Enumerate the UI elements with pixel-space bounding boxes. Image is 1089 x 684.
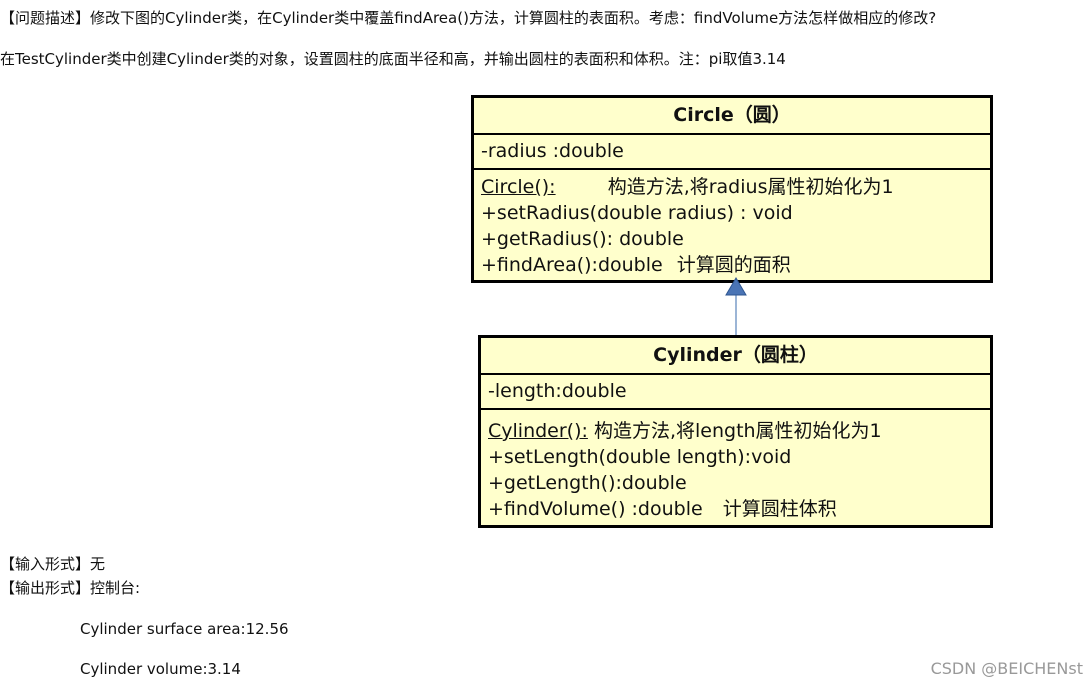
circle-constructor-name: Circle():	[481, 176, 556, 198]
circle-op-getradius: +getRadius(): double	[481, 228, 684, 250]
problem-description-line1: 【问题描述】修改下图的Cylinder类，在Cylinder类中覆盖findAr…	[0, 9, 937, 27]
circle-op-findarea: +findArea():double 计算圆的面积	[481, 252, 990, 278]
cylinder-constructor-note: 构造方法,将length属性初始化为1	[593, 420, 882, 442]
circle-op-setradius: +setRadius(double radius) : void	[481, 202, 793, 224]
cylinder-operations: Cylinder(): 构造方法,将length属性初始化为1 +setLeng…	[481, 410, 990, 522]
circle-constructor: Circle(): 构造方法,将radius属性初始化为1	[481, 174, 990, 200]
circle-class-box: Circle（圆） -radius :double Circle(): 构造方法…	[471, 95, 993, 283]
circle-constructor-note: 构造方法,将radius属性初始化为1	[607, 176, 894, 198]
cylinder-op-findvolume: +findVolume() :double 计算圆柱体积	[488, 496, 990, 522]
cylinder-constructor-name: Cylinder():	[488, 420, 588, 442]
circle-class-title: Circle（圆）	[474, 98, 990, 135]
inheritance-arrowhead	[725, 277, 747, 296]
cylinder-op-setlength: +setLength(double length):void	[488, 446, 792, 468]
circle-op-findarea-note: 计算圆的面积	[676, 254, 791, 276]
input-format: 【输入形式】无	[0, 555, 106, 573]
output-format: 【输出形式】控制台:	[0, 579, 141, 597]
cylinder-op-findvolume-sig: +findVolume() :double	[488, 498, 703, 520]
cylinder-class-title: Cylinder（圆柱）	[481, 338, 990, 375]
cylinder-class-box: Cylinder（圆柱） -length:double Cylinder(): …	[478, 335, 993, 528]
cylinder-op-getlength: +getLength():double	[488, 472, 687, 494]
watermark: CSDN @BEICHENst	[930, 659, 1083, 678]
circle-operations: Circle(): 构造方法,将radius属性初始化为1 +setRadius…	[474, 170, 990, 278]
output-volume: Cylinder volume:3.14	[80, 660, 241, 678]
problem-description-line2: 在TestCylinder类中创建Cylinder类的对象，设置圆柱的底面半径和…	[0, 50, 786, 68]
cylinder-constructor: Cylinder(): 构造方法,将length属性初始化为1	[488, 418, 990, 444]
output-surface-area: Cylinder surface area:12.56	[80, 620, 289, 638]
inheritance-arrow	[725, 277, 747, 336]
cylinder-op-findvolume-note: 计算圆柱体积	[722, 498, 837, 520]
circle-op-findarea-sig: +findArea():double	[481, 254, 663, 276]
cylinder-attribute: -length:double	[481, 375, 990, 410]
circle-attribute: -radius :double	[474, 135, 990, 170]
